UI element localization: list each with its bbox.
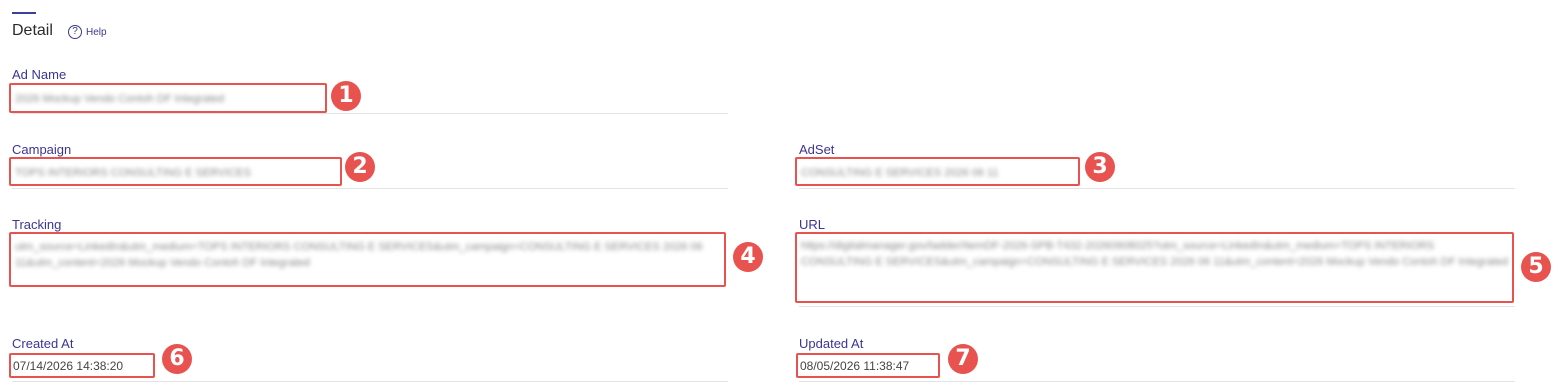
campaign-label: Campaign	[12, 142, 72, 157]
annotation-marker-4: 4	[733, 242, 763, 272]
annotation-marker-7: 7	[948, 344, 978, 374]
divider	[12, 188, 728, 189]
help-label: Help	[86, 26, 107, 38]
url-label: URL	[799, 217, 826, 232]
adset-value[interactable]: CONSULTING E SERVICES 2026 06 11	[795, 157, 1080, 186]
tracking-value[interactable]: utm_source=LinkedIn&utm_medium=TOPS INTE…	[9, 232, 726, 287]
created-at-label: Created At	[12, 336, 74, 351]
divider	[799, 381, 1515, 382]
annotation-marker-1: 1	[331, 81, 361, 111]
ad-name-label: Ad Name	[12, 67, 67, 82]
ad-name-value[interactable]: 2026 Mockup Vendo Contoh DF Integrated	[9, 83, 327, 113]
divider	[799, 188, 1515, 189]
campaign-value[interactable]: TOPS INTERIORS CONSULTING E SERVICES	[9, 157, 342, 186]
updated-at-label: Updated At	[799, 336, 864, 351]
annotation-marker-6: 6	[162, 344, 192, 374]
help-circle-icon: ?	[68, 25, 82, 39]
url-value[interactable]: https://digitalmanager.gov/ladder/ItemDF…	[795, 232, 1514, 303]
divider	[799, 306, 1515, 307]
divider	[12, 113, 728, 114]
section-title: Detail	[12, 22, 53, 39]
updated-at-value: 08/05/2026 11:38:47	[796, 353, 940, 378]
annotation-marker-5: 5	[1521, 252, 1551, 282]
tracking-label: Tracking	[12, 217, 62, 232]
annotation-marker-2: 2	[345, 152, 375, 182]
help-link[interactable]: ? Help	[68, 25, 107, 39]
active-tab-indicator	[12, 12, 36, 14]
adset-label: AdSet	[799, 142, 835, 157]
divider	[12, 381, 728, 382]
annotation-marker-3: 3	[1085, 152, 1115, 182]
created-at-value: 07/14/2026 14:38:20	[9, 353, 155, 378]
